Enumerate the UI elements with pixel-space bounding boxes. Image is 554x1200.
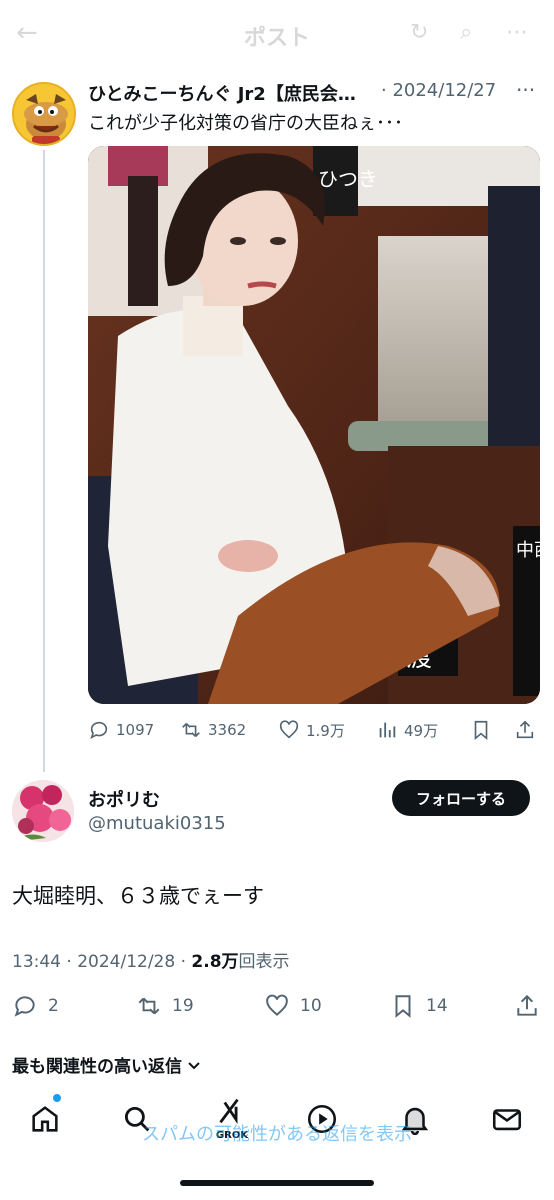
reply-icon [14,996,35,1017]
reply-button[interactable]: 2 [12,990,59,1022]
parent-like-count: 1.9万 [306,721,345,740]
parent-views-count: 49万 [404,721,439,740]
home-indicator [180,1180,374,1186]
parent-reply-count: 1097 [116,721,155,739]
refresh-icon[interactable]: ↻ [410,20,428,45]
repost-icon [138,997,160,1015]
reply-icon [90,721,108,739]
views-count: 2.8万 [191,952,239,972]
heart-icon [266,994,288,1016]
repost-icon [182,722,200,738]
parent-more-icon[interactable]: ··· [516,78,535,102]
parent-repost-count: 3362 [208,721,247,739]
parent-author-name[interactable]: ひとみこーちんぐ Jr2【庶民会… [88,80,380,106]
main-author-name[interactable]: おポリむ [88,786,160,812]
more-icon[interactable]: ⋯ [506,20,528,45]
parent-post-date[interactable]: · 2024/12/27 [381,80,496,101]
like-button[interactable]: 10 [264,990,322,1022]
search-icon[interactable]: ⌕ [460,20,472,45]
parent-views-button[interactable]: 49万 [376,714,438,746]
reply-sort-label: 最も関連性の高い返信 [12,1057,182,1077]
bookmark-icon [395,995,411,1018]
thread-line [43,150,45,772]
repost-button[interactable]: 19 [136,990,194,1022]
share-icon [516,720,534,739]
parent-action-bar: 1097 3362 1.9万 49万 [88,714,540,746]
follow-button[interactable]: フォローする [392,780,530,816]
bookmark-button[interactable]: 14 [390,990,448,1022]
parent-like-button[interactable]: 1.9万 [278,714,345,746]
chevron-down-icon [188,1061,200,1069]
analytics-icon [379,722,396,738]
parent-share-button[interactable] [514,714,536,746]
main-author-avatar[interactable] [12,780,74,842]
reply-sort-dropdown[interactable]: 最も関連性の高い返信 [12,1052,202,1077]
share-button[interactable] [514,990,540,1022]
main-author-handle[interactable]: @mutuaki0315 [88,813,226,834]
views-label: 回表示 [238,952,290,972]
top-bar: ← ポスト ↻ ⌕ ⋯ [0,0,554,70]
main-tweet-meta: 13:44 · 2024/12/28 · 2.8万回表示 [12,947,290,972]
heart-icon [279,720,299,739]
placard-right-text: 中西村 [516,540,540,561]
repost-count: 19 [172,996,194,1016]
parent-reply-button[interactable]: 1097 [88,714,154,746]
bookmark-icon [474,720,488,741]
parent-repost-button[interactable]: 3362 [180,714,246,746]
show-spam-replies-link[interactable]: スパムの可能性がある返信を表示 [0,1120,554,1146]
parent-tweet-text: これが少子化対策の省庁の大臣ねぇ･･･ [88,113,403,134]
main-action-bar: 2 19 10 14 [12,990,542,1022]
bookmark-count: 14 [426,996,448,1016]
parent-bookmark-button[interactable] [470,714,492,746]
placard-upper-text: ひつき [318,167,378,191]
like-count: 10 [300,996,322,1016]
notification-dot [53,1094,61,1102]
share-icon [517,994,537,1016]
post-time[interactable]: 13:44 · 2024/12/28 · [12,952,191,972]
parent-author-avatar[interactable] [12,82,76,146]
main-tweet-text: 大堀睦明、６３歳でぇーす [12,884,264,908]
parent-tweet-photo[interactable]: ひつき 渡 中西村 [88,146,540,704]
reply-count: 2 [48,996,59,1016]
